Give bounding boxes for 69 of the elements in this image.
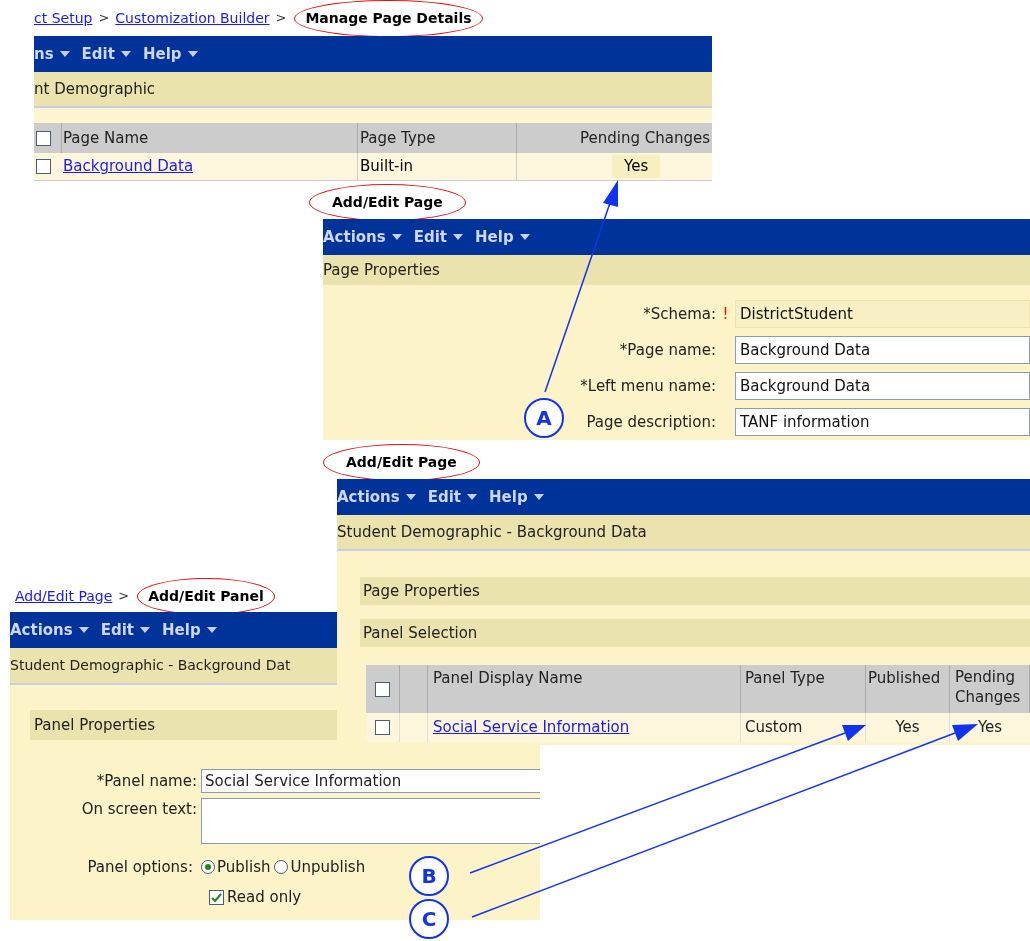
radio-button[interactable] xyxy=(274,860,289,874)
caret-icon xyxy=(140,627,151,633)
section-header: Student Demographic - Background Dat xyxy=(10,648,340,685)
menu-item[interactable]: Help xyxy=(489,485,528,509)
field-label: On screen text: xyxy=(80,799,198,820)
callout-marker: C xyxy=(409,899,449,939)
menu-item[interactable]: Actions xyxy=(323,225,386,249)
field-label: Page description: xyxy=(586,411,716,433)
breadcrumb-link[interactable]: Customization Builder xyxy=(115,7,270,29)
menu-item[interactable]: Actions xyxy=(337,485,400,509)
menu-item[interactable]: Edit xyxy=(81,42,115,66)
menu-item[interactable]: ns xyxy=(34,42,54,66)
text-field[interactable]: DistrictStudent xyxy=(735,300,1030,328)
section-bar[interactable]: Panel Selection xyxy=(360,619,1030,647)
menu-item[interactable]: Actions xyxy=(10,618,73,642)
field-label: *Schema: xyxy=(643,303,716,325)
section-header: nt Demographic xyxy=(34,72,712,108)
section-header: Student Demographic - Background Data xyxy=(337,515,1030,551)
checkbox[interactable] xyxy=(36,159,51,174)
panel-link[interactable]: Social Service Information xyxy=(433,716,630,739)
breadcrumb-link[interactable]: ct Setup xyxy=(34,7,93,29)
text-area[interactable] xyxy=(201,798,540,844)
caret-icon xyxy=(391,234,402,240)
caret-icon xyxy=(519,234,530,240)
menu-item[interactable]: Help xyxy=(475,225,514,249)
field-label: Panel options: xyxy=(86,856,194,878)
checkbox[interactable] xyxy=(375,720,390,735)
text-field[interactable]: Social Service Information xyxy=(201,769,540,793)
menu-item[interactable]: Edit xyxy=(427,485,462,509)
breadcrumb-separator: > xyxy=(275,9,287,28)
breadcrumb-link[interactable]: Add/Edit Page xyxy=(15,585,113,607)
table-cell: Yes xyxy=(612,155,661,178)
checkbox[interactable] xyxy=(375,681,390,697)
breadcrumb-separator: > xyxy=(118,587,130,606)
table-cell: Built-in xyxy=(357,153,516,180)
caret-icon xyxy=(533,494,544,500)
caret-icon xyxy=(467,494,478,500)
radio-label: Publish xyxy=(217,856,271,878)
menu-item[interactable]: Help xyxy=(142,42,182,66)
breadcrumb-separator: > xyxy=(98,9,110,28)
radio-label: Unpublish xyxy=(290,856,366,878)
checkbox[interactable] xyxy=(36,130,51,146)
text-field[interactable]: Background Data xyxy=(735,372,1030,400)
text-field[interactable]: Background Data xyxy=(735,336,1030,364)
text-field[interactable]: TANF information xyxy=(735,408,1030,436)
checkbox[interactable] xyxy=(209,889,224,905)
caret-icon xyxy=(206,627,217,633)
menu-item[interactable]: Edit xyxy=(413,225,448,249)
section-header: Page Properties xyxy=(323,255,1030,285)
section-bar[interactable]: Panel Properties xyxy=(30,710,340,740)
checkbox-label: Read only xyxy=(227,886,302,908)
menu-item[interactable]: Help xyxy=(162,618,201,642)
section-bar[interactable]: Page Properties xyxy=(360,577,1030,605)
menu-item[interactable]: Edit xyxy=(100,618,135,642)
field-label: *Panel name: xyxy=(95,770,198,792)
field-label: *Left menu name: xyxy=(580,375,716,397)
caret-icon xyxy=(405,494,416,500)
caret-icon xyxy=(453,234,464,240)
caret-icon xyxy=(120,51,131,57)
caret-icon xyxy=(59,51,70,57)
caret-icon xyxy=(78,627,89,633)
radio-button[interactable] xyxy=(201,860,215,874)
caret-icon xyxy=(187,51,198,57)
page-link[interactable]: Background Data xyxy=(63,155,194,178)
field-label: *Page name: xyxy=(619,339,716,361)
column-header: Page Name xyxy=(62,127,150,149)
table-cell: Yes xyxy=(866,713,950,742)
required-mark: ! xyxy=(722,303,729,325)
table-cell-text: Yes xyxy=(976,717,1004,739)
